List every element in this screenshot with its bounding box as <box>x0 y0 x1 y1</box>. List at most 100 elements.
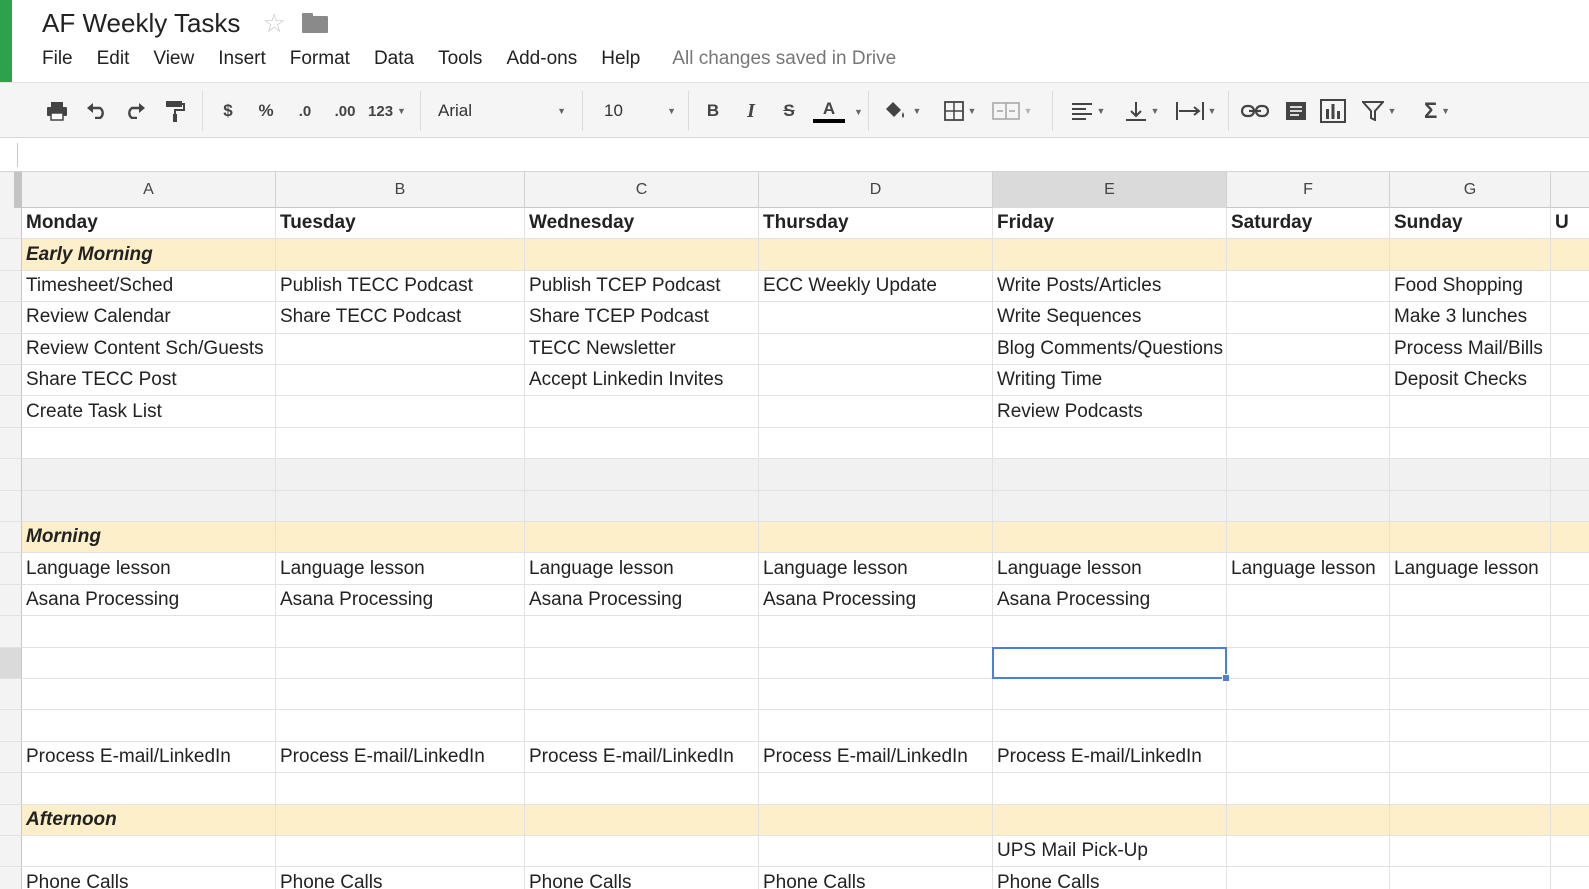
fill-color-icon[interactable]: ▼ <box>882 97 922 125</box>
cell-d2[interactable] <box>759 239 993 271</box>
paint-format-icon[interactable] <box>162 97 188 125</box>
cell-u18[interactable] <box>1551 742 1589 774</box>
menu-data[interactable]: Data <box>374 48 414 70</box>
row-header[interactable] <box>0 741 22 774</box>
more-formats-button[interactable]: 123 ▼ <box>364 97 410 125</box>
cell-u11[interactable] <box>1551 522 1589 554</box>
cell-f8[interactable] <box>1227 427 1390 460</box>
row-header[interactable] <box>0 773 22 805</box>
cell-d22[interactable]: Phone Calls <box>759 867 993 889</box>
cell-e18[interactable]: Process E-mail/LinkedIn <box>993 741 1227 774</box>
cell-d20[interactable] <box>759 804 993 836</box>
row-header[interactable] <box>0 616 22 648</box>
font-select[interactable]: Arial ▼ <box>438 97 566 125</box>
cell-e21[interactable]: UPS Mail Pick-Up <box>993 836 1227 868</box>
row-header[interactable] <box>0 836 22 868</box>
cell-e13[interactable]: Asana Processing <box>993 584 1227 617</box>
filter-icon[interactable]: ▼ <box>1356 97 1402 125</box>
cell-a7[interactable]: Create Task List <box>22 396 276 428</box>
cell-f19[interactable] <box>1227 773 1390 805</box>
cell-c6[interactable]: Accept Linkedin Invites <box>525 365 759 397</box>
cell-b18[interactable]: Process E-mail/LinkedIn <box>276 741 525 774</box>
cell-b8[interactable] <box>276 427 525 460</box>
cell-u19[interactable] <box>1551 773 1589 805</box>
cell-f13[interactable] <box>1227 584 1390 617</box>
row-header[interactable] <box>0 270 22 303</box>
cell-e10[interactable] <box>993 490 1227 522</box>
cell-f10[interactable] <box>1227 490 1390 522</box>
cell-e20[interactable] <box>993 804 1227 836</box>
cell-d1[interactable]: Thursday <box>759 208 993 240</box>
cell-c21[interactable] <box>525 836 759 868</box>
cell-d13[interactable]: Asana Processing <box>759 584 993 617</box>
cell-c2[interactable] <box>525 239 759 271</box>
cell-a6[interactable]: Share TECC Post <box>22 365 276 397</box>
cell-a10[interactable] <box>22 490 276 522</box>
cell-u7[interactable] <box>1551 396 1589 428</box>
cell-b19[interactable] <box>276 773 525 805</box>
cell-e7[interactable]: Review Podcasts <box>993 396 1227 428</box>
cell-b7[interactable] <box>276 396 525 428</box>
cell-u14[interactable] <box>1551 616 1589 648</box>
cell-f1[interactable]: Saturday <box>1227 208 1390 240</box>
borders-icon[interactable]: ▼ <box>938 97 982 125</box>
sum-button[interactable]: Σ ▼ <box>1414 97 1460 125</box>
cell-d15[interactable] <box>759 647 993 679</box>
column-header-c[interactable]: C <box>525 172 759 208</box>
cell-u10[interactable] <box>1551 490 1589 522</box>
document-title[interactable]: AF Weekly Tasks <box>42 8 240 39</box>
row-header[interactable] <box>0 804 22 836</box>
cell-a15[interactable] <box>22 647 276 679</box>
cell-g3[interactable]: Food Shopping <box>1390 270 1551 303</box>
cell-e19[interactable] <box>993 773 1227 805</box>
cell-g8[interactable] <box>1390 427 1551 460</box>
cell-c4[interactable]: Share TCEP Podcast <box>525 302 759 334</box>
cell-u2[interactable] <box>1551 239 1589 271</box>
cell-c19[interactable] <box>525 773 759 805</box>
cell-u3[interactable] <box>1551 271 1589 303</box>
cell-d16[interactable] <box>759 679 993 711</box>
cell-c9[interactable] <box>525 459 759 491</box>
row-header[interactable] <box>0 459 22 491</box>
cell-e14[interactable] <box>993 616 1227 648</box>
cell-b13[interactable]: Asana Processing <box>276 584 525 617</box>
cell-u13[interactable] <box>1551 585 1589 617</box>
cell-f16[interactable] <box>1227 679 1390 711</box>
cell-c22[interactable]: Phone Calls <box>525 867 759 889</box>
cell-f6[interactable] <box>1227 365 1390 397</box>
currency-button[interactable]: $ <box>218 97 238 125</box>
cell-g9[interactable] <box>1390 459 1551 491</box>
cell-g5[interactable]: Process Mail/Bills <box>1390 333 1551 365</box>
valign-bottom-icon[interactable]: ▼ <box>1118 97 1166 125</box>
cell-c15[interactable] <box>525 647 759 679</box>
cell-e1[interactable]: Friday <box>993 208 1227 240</box>
cell-f11[interactable] <box>1227 522 1390 554</box>
cell-g15[interactable] <box>1390 647 1551 679</box>
cell-c20[interactable] <box>525 804 759 836</box>
menu-addons[interactable]: Add-ons <box>506 48 577 70</box>
cell-a1[interactable]: Monday <box>22 208 276 240</box>
row-header[interactable] <box>0 427 22 460</box>
cell-a13[interactable]: Asana Processing <box>22 584 276 617</box>
row-header[interactable] <box>0 208 22 240</box>
chart-icon[interactable] <box>1318 97 1348 125</box>
column-header-b[interactable]: B <box>276 172 525 208</box>
cell-u9[interactable] <box>1551 459 1589 491</box>
select-all-corner[interactable] <box>0 172 22 208</box>
cell-g18[interactable] <box>1390 741 1551 774</box>
row-header[interactable] <box>0 490 22 522</box>
cell-e16[interactable] <box>993 679 1227 711</box>
cell-a20[interactable]: Afternoon <box>22 804 276 836</box>
menu-view[interactable]: View <box>153 48 194 70</box>
row-header[interactable] <box>0 867 22 889</box>
cell-g19[interactable] <box>1390 773 1551 805</box>
cell-g13[interactable] <box>1390 584 1551 617</box>
cell-b4[interactable]: Share TECC Podcast <box>276 302 525 334</box>
percent-button[interactable]: % <box>254 97 278 125</box>
cell-d8[interactable] <box>759 427 993 460</box>
row-header[interactable] <box>0 333 22 365</box>
cell-a16[interactable] <box>22 679 276 711</box>
cell-e4[interactable]: Write Sequences <box>993 302 1227 334</box>
cell-b2[interactable] <box>276 239 525 271</box>
cell-g17[interactable] <box>1390 710 1551 742</box>
